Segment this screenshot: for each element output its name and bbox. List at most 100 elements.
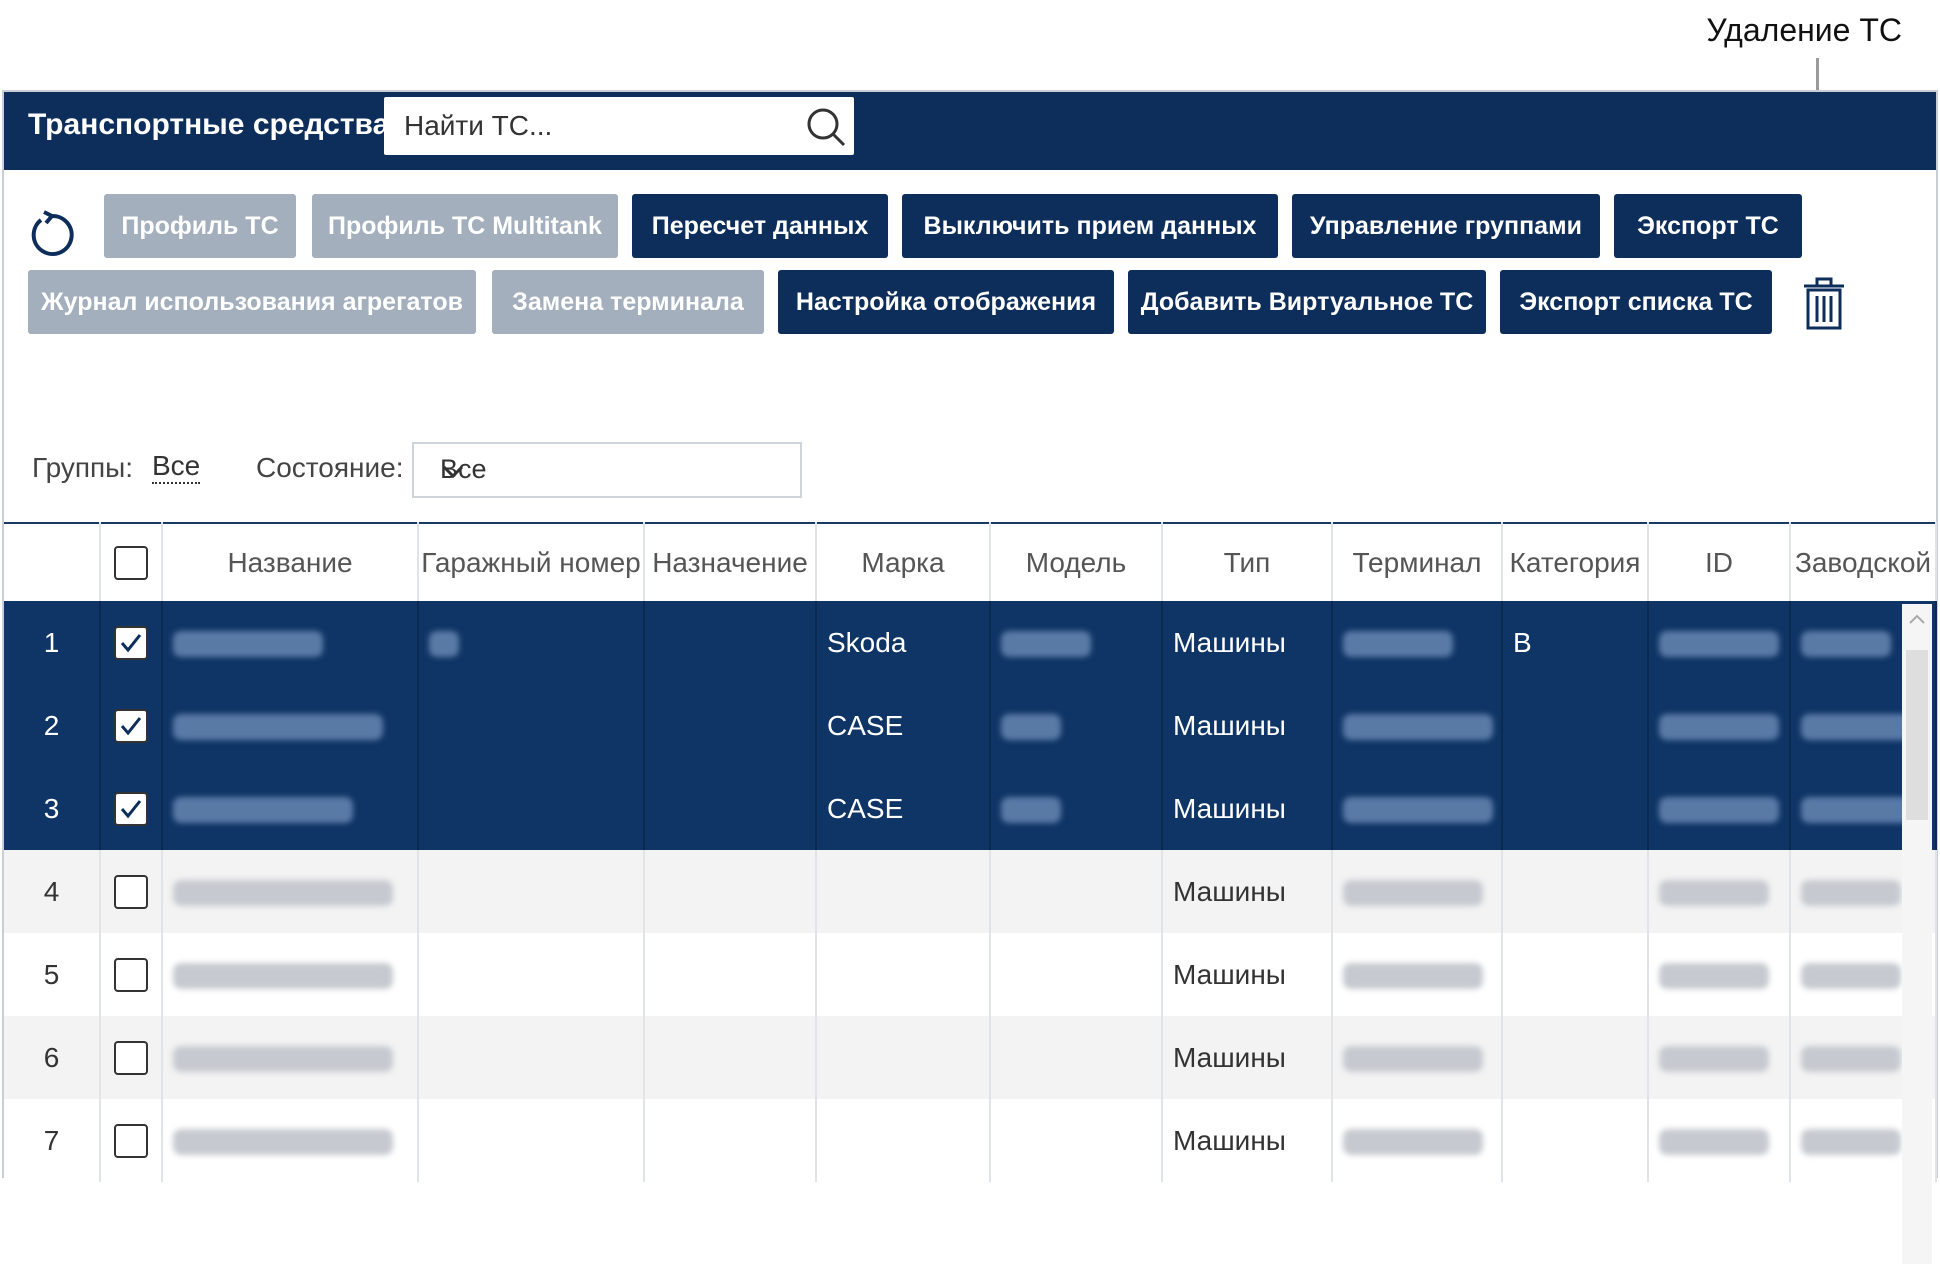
cell-model: [990, 767, 1163, 850]
cell-category: [1502, 1016, 1649, 1099]
refresh-icon[interactable]: [26, 208, 78, 265]
table-row[interactable]: 6 Машины: [4, 1016, 1937, 1099]
table-row[interactable]: 4 Машины: [4, 850, 1937, 933]
cell-type: Машины: [1162, 1016, 1333, 1099]
cell-id: [1648, 601, 1791, 684]
row-checkbox-cell[interactable]: [100, 767, 163, 850]
cell-brand: [816, 1099, 991, 1182]
cell-type: Машины: [1162, 933, 1333, 1016]
header-model[interactable]: Модель: [990, 522, 1163, 601]
cell-brand: [816, 850, 991, 933]
export-vehicle-list-button[interactable]: Экспорт списка ТС: [1500, 270, 1772, 334]
row-number: 5: [4, 933, 101, 1016]
profile-vehicle-button[interactable]: Профиль ТС: [104, 194, 296, 258]
row-checkbox-cell[interactable]: [100, 933, 163, 1016]
row-number: 2: [4, 684, 101, 767]
cell-model: [990, 1016, 1163, 1099]
groups-label: Группы:: [32, 452, 134, 483]
row-checkbox-cell[interactable]: [100, 1099, 163, 1182]
disable-data-reception-button[interactable]: Выключить прием данных: [902, 194, 1278, 258]
cell-model: [990, 684, 1163, 767]
cell-type: Машины: [1162, 684, 1333, 767]
scrollbar-thumb[interactable]: [1906, 650, 1928, 820]
table-row[interactable]: 2 CASE Машины: [4, 684, 1937, 767]
select-all-checkbox[interactable]: [114, 545, 148, 580]
cell-terminal: [1332, 850, 1503, 933]
trash-icon[interactable]: [1802, 276, 1846, 337]
row-checkbox-cell[interactable]: [100, 850, 163, 933]
cell-terminal: [1332, 684, 1503, 767]
cell-model: [990, 850, 1163, 933]
header-brand[interactable]: Марка: [816, 522, 991, 601]
cell-name: [162, 767, 419, 850]
cell-garage-number: [418, 1016, 645, 1099]
cell-id: [1648, 1016, 1791, 1099]
cell-garage-number: [418, 933, 645, 1016]
cell-purpose: [644, 1099, 817, 1182]
cell-purpose: [644, 684, 817, 767]
recalculate-data-button[interactable]: Пересчет данных: [632, 194, 888, 258]
table-row[interactable]: 1 Skoda Машины B: [4, 601, 1937, 684]
row-checkbox[interactable]: [114, 791, 148, 826]
row-number: 7: [4, 1099, 101, 1182]
row-checkbox-cell[interactable]: [100, 601, 163, 684]
table-row[interactable]: 5 Машины: [4, 933, 1937, 1016]
cell-name: [162, 601, 419, 684]
cell-id: [1648, 767, 1791, 850]
cell-id: [1648, 1099, 1791, 1182]
cell-terminal: [1332, 601, 1503, 684]
header-terminal[interactable]: Терминал: [1332, 522, 1503, 601]
table-row[interactable]: 7 Машины: [4, 1099, 1937, 1182]
row-checkbox[interactable]: [114, 708, 148, 743]
table-scrollbar[interactable]: [1902, 604, 1932, 1264]
table-row[interactable]: 3 CASE Машины: [4, 767, 1937, 850]
header-category[interactable]: Категория: [1502, 522, 1649, 601]
header-garage-number[interactable]: Гаражный номер: [418, 522, 645, 601]
search-icon[interactable]: [804, 105, 848, 154]
manage-groups-button[interactable]: Управление группами: [1292, 194, 1600, 258]
cell-garage-number: [418, 1099, 645, 1182]
cell-purpose: [644, 933, 817, 1016]
row-number: 3: [4, 767, 101, 850]
vehicles-table: Название Гаражный номер Назначение Марка…: [4, 522, 1937, 1182]
aggregates-log-button[interactable]: Журнал использования агрегатов: [28, 270, 476, 334]
profile-multitank-button[interactable]: Профиль ТС Multitank: [312, 194, 618, 258]
row-checkbox-cell[interactable]: [100, 684, 163, 767]
row-checkbox-cell[interactable]: [100, 1016, 163, 1099]
header-purpose[interactable]: Назначение: [644, 522, 817, 601]
filters-bar: Группы: Все Состояние: Все: [32, 442, 1032, 502]
cell-brand: CASE: [816, 767, 991, 850]
cell-brand: [816, 933, 991, 1016]
state-select[interactable]: Все: [412, 442, 802, 498]
add-virtual-vehicle-button[interactable]: Добавить Виртуальное ТС: [1128, 270, 1486, 334]
search-input[interactable]: [384, 97, 806, 155]
row-checkbox[interactable]: [114, 874, 148, 909]
cell-model: [990, 933, 1163, 1016]
replace-terminal-button[interactable]: Замена терминала: [492, 270, 764, 334]
groups-filter-link[interactable]: Все: [152, 450, 201, 484]
header-bar: Транспортные средства: [4, 92, 1936, 170]
row-checkbox[interactable]: [114, 625, 148, 660]
header-type[interactable]: Тип: [1162, 522, 1333, 601]
row-checkbox[interactable]: [114, 1123, 148, 1158]
cell-garage-number: [418, 684, 645, 767]
chevron-up-icon[interactable]: [1908, 612, 1926, 631]
row-number: 4: [4, 850, 101, 933]
cell-terminal: [1332, 1016, 1503, 1099]
cell-category: [1502, 1099, 1649, 1182]
header-serial[interactable]: Заводской: [1790, 522, 1937, 601]
cell-model: [990, 1099, 1163, 1182]
header-select-all[interactable]: [100, 522, 163, 601]
header-name[interactable]: Название: [162, 522, 419, 601]
export-vehicles-button[interactable]: Экспорт ТС: [1614, 194, 1802, 258]
cell-category: [1502, 933, 1649, 1016]
row-checkbox[interactable]: [114, 957, 148, 992]
header-id[interactable]: ID: [1648, 522, 1791, 601]
cell-garage-number: [418, 601, 645, 684]
row-number: 1: [4, 601, 101, 684]
display-settings-button[interactable]: Настройка отображения: [778, 270, 1114, 334]
cell-name: [162, 1099, 419, 1182]
cell-type: Машины: [1162, 1099, 1333, 1182]
cell-category: [1502, 850, 1649, 933]
row-checkbox[interactable]: [114, 1040, 148, 1075]
